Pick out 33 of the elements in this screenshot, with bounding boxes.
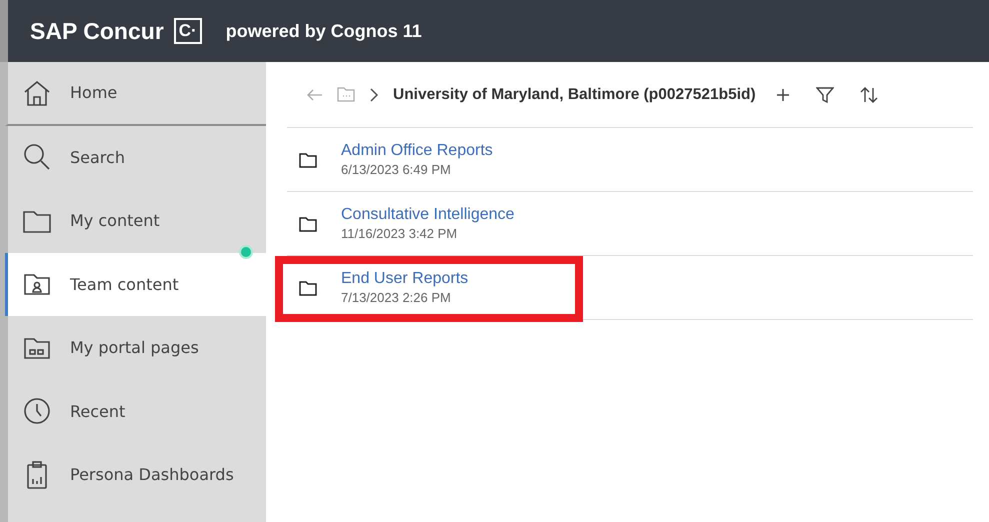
folder-icon bbox=[299, 216, 317, 232]
folder-icon bbox=[299, 280, 317, 296]
header-subtitle: powered by Cognos 11 bbox=[226, 20, 422, 42]
sidebar-item-label: Search bbox=[70, 148, 125, 167]
sidebar-item[interactable]: Persona Dashboards bbox=[5, 443, 266, 506]
sidebar-item[interactable]: Home bbox=[5, 62, 266, 126]
brand-logo: C· bbox=[174, 18, 202, 44]
sidebar-item-label: My portal pages bbox=[70, 338, 199, 358]
sidebar-item-label: Team content bbox=[70, 274, 179, 294]
sidebar-item-label: Home bbox=[70, 83, 118, 102]
sidebar-item[interactable]: Team content bbox=[5, 252, 266, 316]
chevron-icon bbox=[369, 88, 379, 102]
modified-date: 6/13/2023 6:49 PM bbox=[341, 162, 452, 177]
modified-date: 7/13/2023 2:26 PM bbox=[341, 290, 452, 305]
sidebar-item[interactable]: My content bbox=[5, 189, 266, 252]
folder-link[interactable]: Admin Office Reports bbox=[341, 142, 493, 160]
filter-button[interactable] bbox=[816, 86, 834, 104]
folder-title: University of Maryland, Baltimore (p0027521b5id) bbox=[393, 86, 756, 104]
sidebar-item[interactable]: My portal pages bbox=[5, 316, 266, 380]
brand-name: SAP Concur bbox=[30, 18, 164, 44]
sidebar-item[interactable]: Search bbox=[5, 126, 266, 189]
folder-link[interactable]: Consultative Intelligence bbox=[341, 206, 514, 224]
sidebar-item-label: Recent bbox=[70, 402, 126, 421]
sort-button[interactable] bbox=[860, 86, 878, 104]
search-icon bbox=[22, 142, 52, 172]
folder-link[interactable]: End User Reports bbox=[341, 270, 468, 288]
folder-icon bbox=[299, 152, 317, 168]
clock-icon bbox=[22, 396, 52, 426]
sidebar-item[interactable]: Recent bbox=[5, 380, 266, 443]
modified-date: 11/16/2023 3:42 PM bbox=[341, 226, 458, 241]
sidebar-item-label: My content bbox=[70, 211, 160, 230]
sidebar-item-label: Persona Dashboards bbox=[70, 465, 234, 484]
add-button[interactable] bbox=[776, 88, 790, 102]
